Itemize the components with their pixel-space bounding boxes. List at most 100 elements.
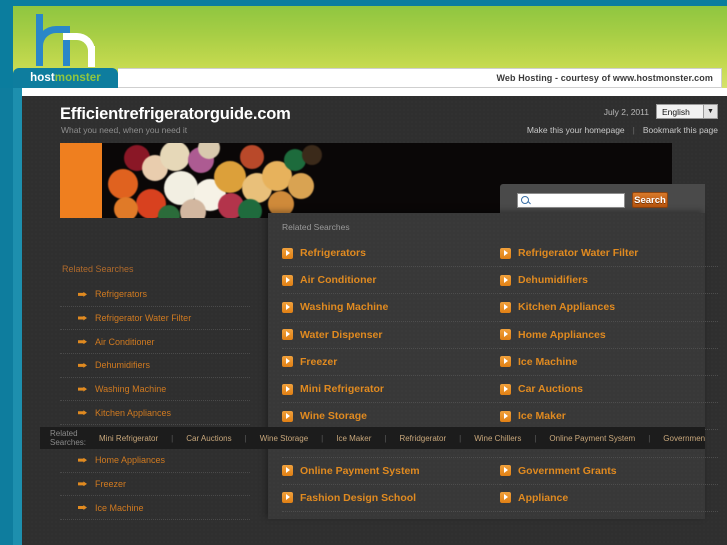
main-result-item[interactable]: Appliance: [500, 485, 718, 512]
sidebar-item-9[interactable]: Ice Machine: [60, 496, 250, 520]
main-result-item[interactable]: Online Payment System: [282, 458, 500, 485]
main-result-item[interactable]: Ice Machine: [500, 349, 718, 376]
main-result-label: Ice Machine: [518, 355, 578, 368]
search-button[interactable]: Search: [632, 192, 668, 208]
main-result-item[interactable]: Washing Machine: [282, 294, 500, 322]
footer-link[interactable]: Mini Refrigerator: [99, 434, 158, 443]
language-select[interactable]: English ▼: [656, 104, 718, 119]
main-result-item[interactable]: Kitchen Appliances: [500, 294, 718, 322]
make-homepage-link[interactable]: Make this your homepage: [527, 125, 625, 135]
footer-link[interactable]: Wine Chillers: [474, 434, 521, 443]
hostmonster-logo-icon: [28, 10, 108, 68]
banner-orange-block: [60, 143, 102, 218]
main-result-label: Government Grants: [518, 464, 617, 477]
main-related-searches-panel: Related Searches Refrigerators Air Condit…: [268, 213, 718, 519]
main-result-label: Washing Machine: [300, 301, 389, 314]
hostmonster-courtesy-strip: Web Hosting - courtesy of www.hostmonste…: [118, 68, 722, 88]
page-title: Efficientrefrigeratorguide.com: [60, 105, 291, 123]
main-result-label: Freezer: [300, 355, 338, 368]
bookmark-page-link[interactable]: Bookmark this page: [643, 125, 718, 135]
sidebar-item-0[interactable]: Refrigerators: [60, 283, 250, 307]
main-result-label: Home Appliances: [518, 328, 606, 341]
footer-link[interactable]: Wine Storage: [260, 434, 308, 443]
main-result-item[interactable]: Car Auctions: [500, 376, 718, 404]
main-result-item[interactable]: Dehumidifiers: [500, 267, 718, 295]
footer-separator: |: [534, 433, 537, 443]
sidebar-item-7[interactable]: Home Appliances: [60, 449, 250, 473]
footer-right-edge: [722, 427, 727, 449]
page-tagline: What you need, when you need it: [61, 125, 188, 135]
arrow-square-icon: [500, 356, 511, 368]
search-input-wrapper[interactable]: [517, 193, 649, 208]
arrow-square-icon: [282, 410, 293, 422]
footer-link[interactable]: Car Auctions: [186, 434, 231, 443]
sidebar-item-3[interactable]: Dehumidifiers: [60, 354, 250, 378]
main-result-item[interactable]: Mini Refrigerator: [282, 376, 500, 404]
arrow-right-icon: [78, 386, 87, 392]
main-result-item[interactable]: Refrigerator Water Filter: [500, 240, 718, 268]
language-select-value: English: [662, 106, 690, 117]
sidebar-item-2[interactable]: Air Conditioner: [60, 330, 250, 355]
main-results-left-column: Refrigerators Air Conditioner Washing Mach…: [282, 240, 500, 512]
sidebar-item-label: Refrigerators: [95, 289, 148, 300]
page-root: host monster Web Hosting - courtesy of ww…: [0, 0, 727, 545]
arrow-right-icon: [78, 481, 87, 487]
sidebar-item-label: Washing Machine: [95, 384, 167, 395]
main-result-label: Fashion Design School: [300, 491, 417, 504]
sidebar-item-1[interactable]: Refrigerator Water Filter: [60, 307, 250, 331]
arrow-square-icon: [500, 274, 511, 286]
main-result-label: Water Dispenser: [300, 328, 383, 341]
footer-heading: Related Searches:: [50, 429, 87, 447]
main-result-label: Online Payment System: [300, 464, 420, 477]
footer-link[interactable]: Refridgerator: [399, 434, 446, 443]
chevron-down-icon[interactable]: ▼: [703, 105, 717, 118]
footer-related-searches: Related Searches: Mini Refrigerator | Car …: [40, 427, 705, 449]
sidebar-item-label: Dehumidifiers: [95, 360, 151, 371]
arrow-square-icon: [500, 492, 511, 504]
arrow-right-icon: [78, 291, 87, 297]
footer-link[interactable]: Government Grants: [663, 434, 705, 443]
sidebar-item-8[interactable]: Freezer: [60, 473, 250, 497]
footer-link[interactable]: Ice Maker: [336, 434, 371, 443]
arrow-square-icon: [500, 465, 511, 477]
sidebar-item-label: Kitchen Appliances: [95, 407, 172, 418]
sidebar-heading: Related Searches: [62, 264, 134, 274]
arrow-square-icon: [500, 247, 511, 259]
sidebar-item-5[interactable]: Kitchen Appliances: [60, 401, 250, 426]
hostmonster-logo-text-monster: monster: [54, 72, 101, 84]
footer-separator: |: [459, 433, 462, 443]
sidebar-related-searches: Related Searches Refrigerators Refrigerat…: [60, 264, 250, 520]
main-result-label: Kitchen Appliances: [518, 301, 616, 314]
page-top-edge: [22, 88, 727, 96]
arrow-square-icon: [282, 247, 293, 259]
arrow-square-icon: [500, 301, 511, 313]
footer-separator: |: [171, 433, 174, 443]
arrow-square-icon: [282, 356, 293, 368]
main-result-item[interactable]: Freezer: [282, 349, 500, 376]
footer-separator: |: [648, 433, 651, 443]
current-date: July 2, 2011: [603, 106, 649, 117]
hostmonster-logo-text-host: host: [30, 72, 55, 84]
main-result-item[interactable]: Fashion Design School: [282, 485, 500, 512]
footer-separator: |: [321, 433, 324, 443]
hostmonster-logo-badge[interactable]: host monster: [13, 68, 118, 88]
sidebar-item-label: Home Appliances: [95, 455, 166, 466]
main-result-label: Appliance: [518, 491, 569, 504]
sidebar-item-4[interactable]: Washing Machine: [60, 378, 250, 402]
main-result-label: Car Auctions: [518, 383, 583, 396]
site-header: Efficientrefrigeratorguide.com What you …: [22, 96, 727, 143]
arrow-square-icon: [282, 274, 293, 286]
arrow-right-icon: [78, 505, 87, 511]
main-result-item[interactable]: Home Appliances: [500, 322, 718, 349]
main-result-item[interactable]: Water Dispenser: [282, 322, 500, 349]
main-result-item[interactable]: Refrigerators: [282, 240, 500, 268]
main-result-item[interactable]: Government Grants: [500, 458, 718, 485]
arrow-square-icon: [282, 383, 293, 395]
arrow-square-icon: [500, 383, 511, 395]
arrow-square-icon: [282, 465, 293, 477]
main-result-item[interactable]: Air Conditioner: [282, 267, 500, 295]
main-results-right-column: Refrigerator Water Filter Dehumidifiers Ki…: [500, 240, 718, 512]
arrow-right-icon: [78, 457, 87, 463]
footer-link[interactable]: Online Payment System: [549, 434, 635, 443]
arrow-square-icon: [500, 410, 511, 422]
